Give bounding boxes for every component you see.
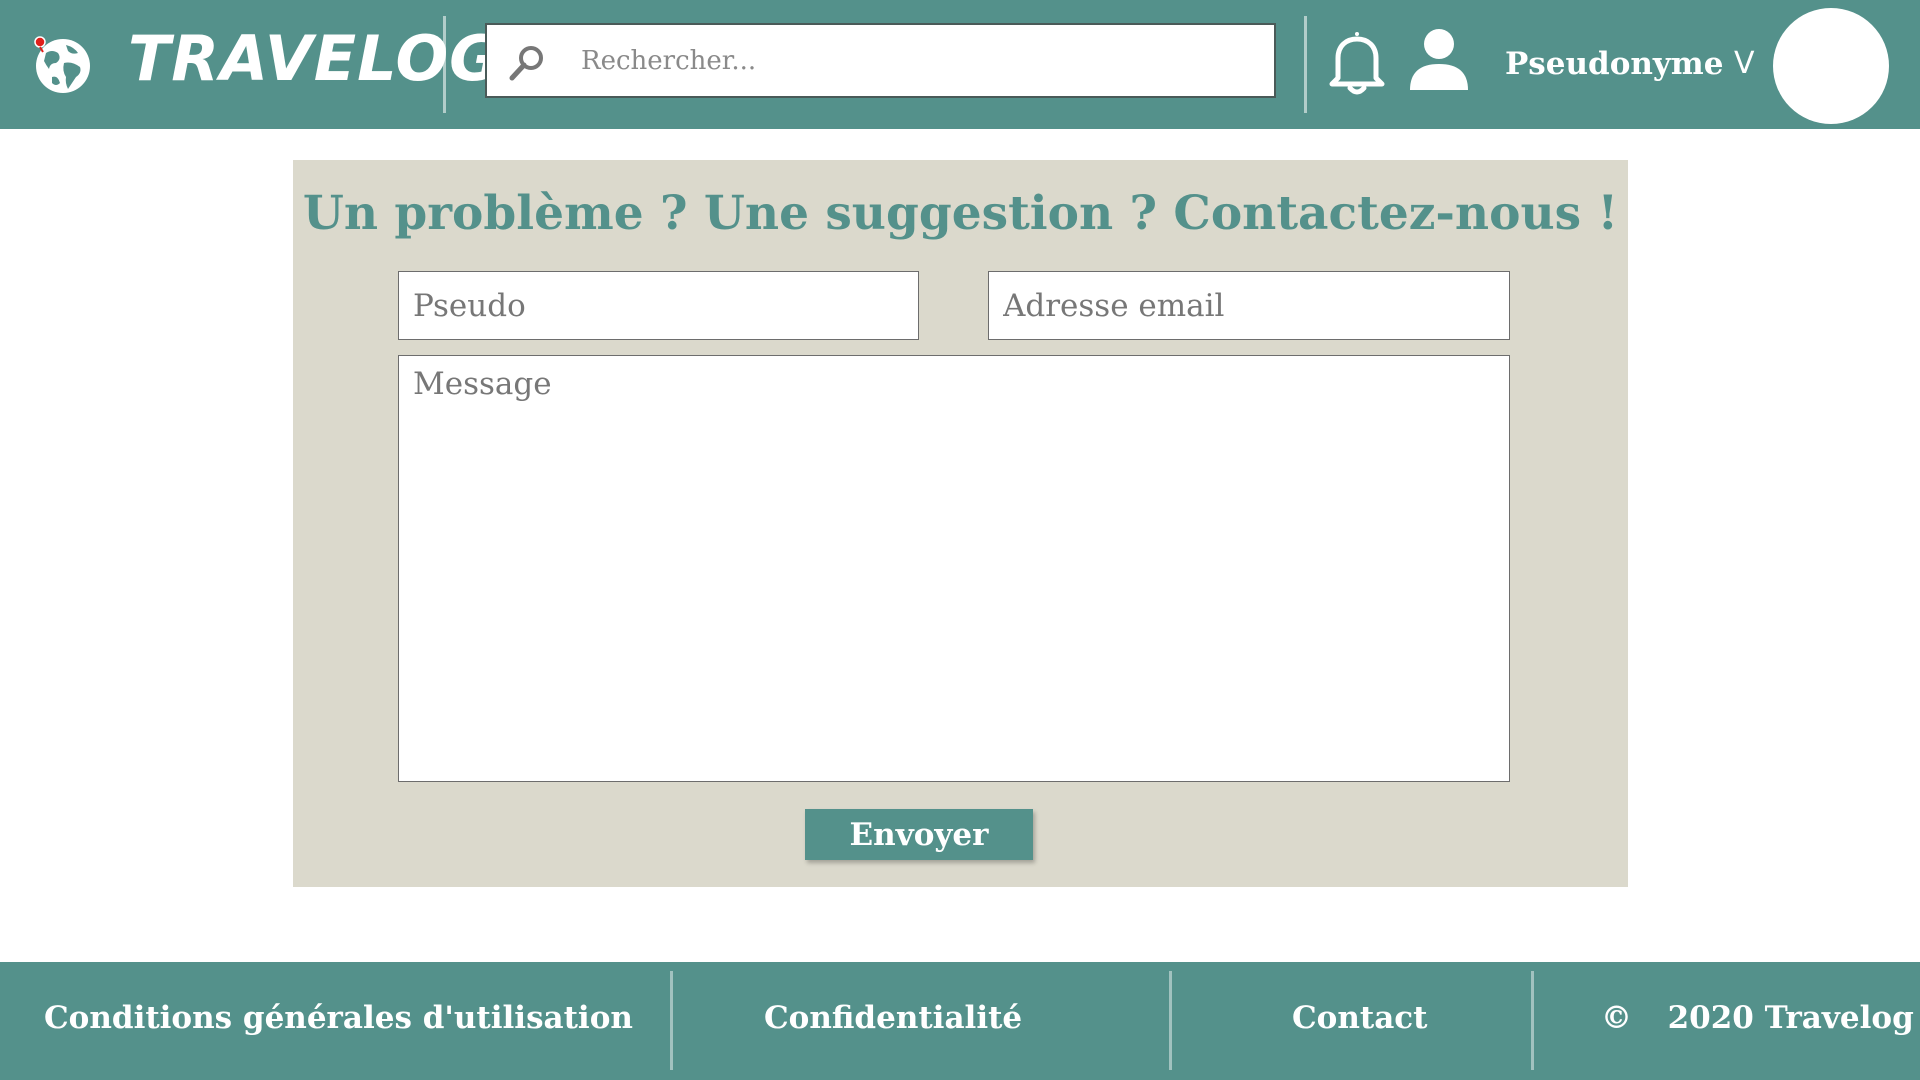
footer-divider <box>1169 971 1172 1070</box>
globe-icon[interactable] <box>32 33 94 95</box>
email-field[interactable] <box>988 271 1510 340</box>
bell-icon[interactable] <box>1328 30 1386 96</box>
chevron-down-icon[interactable]: V <box>1734 46 1755 81</box>
footer-divider <box>1531 971 1534 1070</box>
search-input[interactable] <box>579 25 1259 96</box>
footer-link-privacy[interactable]: Confidentialité <box>764 1000 1022 1036</box>
footer-link-terms[interactable]: Conditions générales d'utilisation <box>44 1000 633 1036</box>
header-divider <box>1304 16 1307 113</box>
copyright-text: 2020 Travelog <box>1667 1000 1914 1036</box>
search-icon[interactable] <box>507 43 547 83</box>
search-bar[interactable] <box>485 23 1276 98</box>
username-label[interactable]: Pseudonyme <box>1505 46 1723 82</box>
copyright-notice: © 2020 Travelog <box>1601 1000 1914 1036</box>
user-icon[interactable] <box>1406 26 1472 92</box>
avatar[interactable] <box>1773 8 1889 124</box>
pseudo-field[interactable] <box>398 271 919 340</box>
footer-link-contact[interactable]: Contact <box>1292 1000 1428 1036</box>
send-button[interactable]: Envoyer <box>805 809 1033 860</box>
page-title: Un problème ? Une suggestion ? Contactez… <box>302 186 1619 241</box>
contact-panel: Un problème ? Une suggestion ? Contactez… <box>293 160 1628 887</box>
top-navbar: TRAVELOG Pseudonyme V <box>0 0 1920 129</box>
header-divider <box>443 16 446 113</box>
message-field[interactable] <box>398 355 1510 782</box>
footer: Conditions générales d'utilisation Confi… <box>0 962 1920 1080</box>
footer-divider <box>670 971 673 1070</box>
copyright-icon: © <box>1601 1000 1632 1036</box>
